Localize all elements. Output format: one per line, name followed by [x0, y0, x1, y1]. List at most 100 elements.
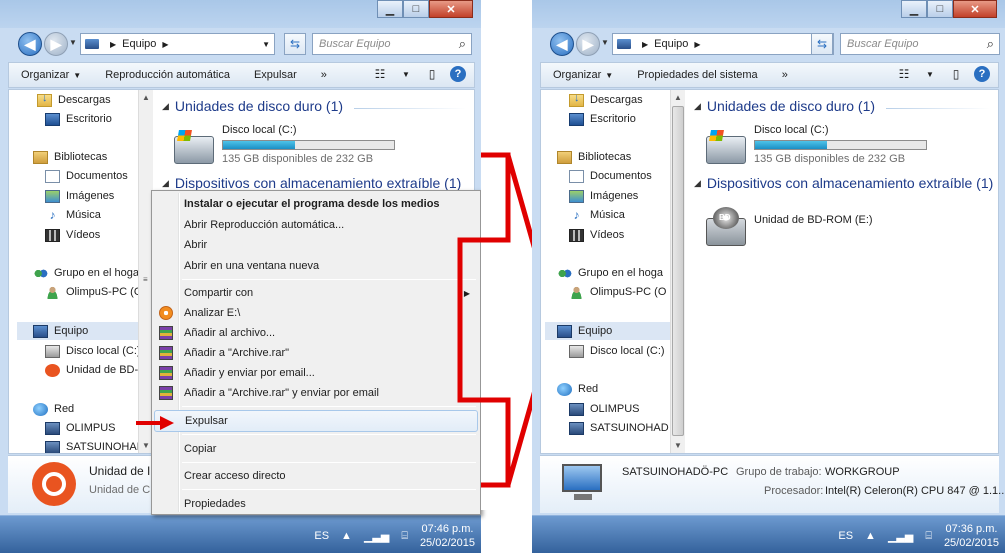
preview-pane-icon[interactable]: ▯	[948, 66, 964, 82]
nav-item-network-pc-1[interactable]: OLIMPUS	[569, 400, 640, 418]
menu-item-open[interactable]: Abrir	[154, 234, 478, 256]
nav-item-videos[interactable]: Vídeos	[569, 226, 624, 244]
group-header-hard-disks[interactable]: ◢ Unidades de disco duro (1)	[162, 98, 343, 114]
nav-item-network-pc-2[interactable]: SATSUINOHAD	[569, 419, 669, 437]
menu-item-autoplay[interactable]: Abrir Reproducción automática...	[154, 214, 478, 236]
local-disk-name[interactable]: Disco local (C:)	[754, 124, 829, 136]
local-disk-name[interactable]: Disco local (C:)	[222, 124, 297, 136]
collapse-triangle-icon[interactable]: ◢	[694, 101, 701, 112]
nav-item-documents[interactable]: Documentos	[45, 167, 128, 185]
breadcrumb-equipo[interactable]: Equipo	[654, 38, 688, 50]
collapse-triangle-icon[interactable]: ◢	[162, 101, 169, 112]
menu-item-eject[interactable]: Expulsar	[154, 410, 478, 432]
signal-icon[interactable]: ▁▃▅	[888, 530, 913, 543]
group-header-removable[interactable]: ◢ Dispositivos con almacenamiento extraíb…	[162, 175, 461, 191]
show-hidden-icons-icon[interactable]: ▲	[341, 530, 352, 542]
eject-button[interactable]: Expulsar	[242, 69, 309, 81]
back-button[interactable]: ◀	[550, 32, 574, 56]
search-input[interactable]: Buscar Equipo ⌕	[312, 33, 472, 55]
nav-item-downloads[interactable]: Descargas	[569, 91, 643, 109]
nav-item-desktop[interactable]: Escritorio	[45, 110, 112, 128]
group-header-removable[interactable]: ◢ Dispositivos con almacenamiento extraíb…	[694, 175, 993, 191]
breadcrumb-equipo[interactable]: Equipo	[122, 38, 156, 50]
nav-item-images[interactable]: Imágenes	[45, 187, 114, 205]
nav-item-network[interactable]: Red	[33, 400, 74, 418]
nav-item-local-disk[interactable]: Disco local (C:)	[45, 342, 141, 360]
search-icon[interactable]: ⌕	[987, 36, 994, 52]
scroll-thumb[interactable]	[672, 106, 684, 436]
system-properties-button[interactable]: Propiedades del sistema	[625, 69, 769, 81]
address-dropdown-icon[interactable]: ▼	[262, 40, 270, 49]
menu-item-add-rar[interactable]: Añadir a "Archive.rar"	[154, 342, 478, 364]
close-button[interactable]: ✕	[953, 0, 997, 18]
scroll-up-icon[interactable]: ▲	[674, 93, 682, 102]
breadcrumb-separator-icon[interactable]: ▶	[694, 40, 700, 49]
minimize-button[interactable]: ▁	[901, 0, 927, 18]
view-dropdown-icon[interactable]: ▼	[922, 66, 938, 82]
collapse-triangle-icon[interactable]: ◢	[162, 178, 169, 189]
power-plug-icon[interactable]: ⌸	[401, 530, 408, 543]
help-icon[interactable]: ?	[450, 66, 466, 82]
history-dropdown-icon[interactable]: ▼	[69, 38, 77, 47]
clock[interactable]: 07:36 p.m. 25/02/2015	[944, 522, 999, 550]
signal-icon[interactable]: ▁▃▅	[364, 530, 389, 543]
autoplay-button[interactable]: Reproducción automática	[93, 69, 242, 81]
group-header-hard-disks[interactable]: ◢ Unidades de disco duro (1)	[694, 98, 875, 114]
address-bar[interactable]: ▶ Equipo ▶ ▼	[612, 33, 834, 55]
nav-item-music[interactable]: ♪ Música	[569, 206, 625, 224]
nav-item-computer[interactable]: Equipo	[545, 322, 671, 340]
view-dropdown-icon[interactable]: ▼	[398, 66, 414, 82]
breadcrumb-separator-icon[interactable]: ▶	[162, 40, 168, 49]
refresh-button[interactable]: ⇆	[811, 33, 833, 55]
breadcrumb-separator-icon[interactable]: ▶	[642, 40, 648, 49]
forward-button[interactable]: ▶	[44, 32, 68, 56]
view-options-icon[interactable]: ☷	[372, 66, 388, 82]
nav-item-downloads[interactable]: Descargas	[37, 91, 111, 109]
menu-item-copy[interactable]: Copiar	[154, 438, 478, 460]
scroll-down-icon[interactable]: ▼	[674, 441, 682, 450]
address-bar[interactable]: ▶ Equipo ▶ ▼	[80, 33, 275, 55]
menu-item-install[interactable]: Instalar o ejecutar el programa desde lo…	[154, 193, 478, 215]
nav-item-music[interactable]: ♪ Música	[45, 206, 101, 224]
nav-item-network-pc-2[interactable]: SATSUINOHAD	[45, 438, 145, 453]
search-input[interactable]: Buscar Equipo ⌕	[840, 33, 1000, 55]
nav-item-videos[interactable]: Vídeos	[45, 226, 100, 244]
collapse-triangle-icon[interactable]: ◢	[694, 178, 701, 189]
nav-item-desktop[interactable]: Escritorio	[569, 110, 636, 128]
maximize-button[interactable]: □	[403, 0, 429, 18]
nav-item-user[interactable]: OlimpuS-PC (O	[45, 283, 142, 301]
bd-drive-name[interactable]: Unidad de BD-ROM (E:)	[754, 214, 873, 226]
view-options-icon[interactable]: ☷	[896, 66, 912, 82]
preview-pane-icon[interactable]: ▯	[424, 66, 440, 82]
nav-item-user[interactable]: OlimpuS-PC (O	[569, 283, 666, 301]
nav-item-documents[interactable]: Documentos	[569, 167, 652, 185]
more-commands-button[interactable]: »	[309, 69, 339, 81]
nav-item-libraries[interactable]: Bibliotecas	[33, 148, 107, 166]
history-dropdown-icon[interactable]: ▼	[601, 38, 609, 47]
scroll-up-icon[interactable]: ▲	[142, 93, 150, 102]
language-indicator[interactable]: ES	[314, 530, 329, 542]
power-plug-icon[interactable]: ⌸	[925, 530, 932, 543]
scroll-down-icon[interactable]: ▼	[142, 441, 150, 450]
menu-item-properties[interactable]: Propiedades	[154, 493, 478, 515]
menu-item-open-new-window[interactable]: Abrir en una ventana nueva	[154, 255, 478, 277]
nav-item-libraries[interactable]: Bibliotecas	[557, 148, 631, 166]
close-button[interactable]: ✕	[429, 0, 473, 18]
help-icon[interactable]: ?	[974, 66, 990, 82]
nav-scrollbar[interactable]: ▲ ▼	[670, 90, 685, 453]
minimize-button[interactable]: ▁	[377, 0, 403, 18]
nav-item-homegroup[interactable]: Grupo en el hoga	[33, 264, 139, 282]
forward-button[interactable]: ▶	[576, 32, 600, 56]
nav-item-images[interactable]: Imágenes	[569, 187, 638, 205]
breadcrumb-separator-icon[interactable]: ▶	[110, 40, 116, 49]
menu-item-scan[interactable]: Analizar E:\	[154, 302, 478, 324]
more-commands-button[interactable]: »	[770, 69, 800, 81]
nav-item-homegroup[interactable]: Grupo en el hoga	[557, 264, 663, 282]
organize-button[interactable]: Organizar ▼	[541, 69, 625, 81]
nav-item-local-disk[interactable]: Disco local (C:)	[569, 342, 665, 360]
menu-item-add-rar-email[interactable]: Añadir a "Archive.rar" y enviar por emai…	[154, 382, 478, 404]
show-hidden-icons-icon[interactable]: ▲	[865, 530, 876, 542]
nav-item-bd-drive[interactable]: Unidad de BD-R	[45, 361, 146, 379]
search-icon[interactable]: ⌕	[459, 36, 466, 52]
clock[interactable]: 07:46 p.m. 25/02/2015	[420, 522, 475, 550]
